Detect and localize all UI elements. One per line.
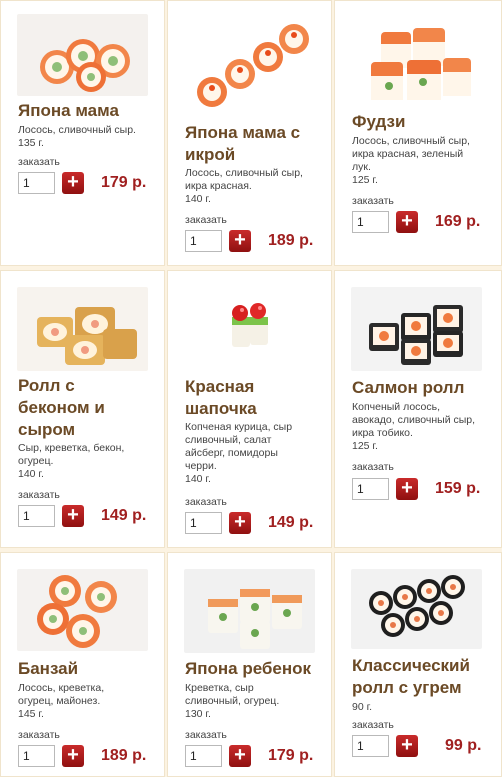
product-description: Лосось, креветка, огурец, майонез. 145 г…: [18, 682, 105, 720]
product-price: 189 р.: [101, 747, 147, 764]
product-card: Япона ребенок Креветка, сыр сливочный, о…: [167, 552, 332, 777]
product-card: Япона мама с икрой Лосось, сливочный сыр…: [167, 0, 332, 266]
quantity-input[interactable]: [352, 735, 389, 757]
order-label: заказать: [352, 195, 394, 207]
product-grid: Япона мама Лосось, сливочный сыр. 135 г.…: [0, 0, 502, 777]
product-name[interactable]: Ролл с беконом и сыром: [18, 375, 105, 441]
salmon-tobiko-roll-icon[interactable]: [351, 287, 482, 371]
order-label: заказать: [352, 719, 394, 731]
product-price: 149 р.: [268, 514, 314, 531]
order-label: заказать: [352, 461, 394, 473]
product-card: Салмон ролл Копченый лосось, авокадо, сл…: [334, 270, 502, 548]
shrimp-roll-icon[interactable]: [184, 569, 315, 653]
product-card: Банзай Лосось, креветка, огурец, майонез…: [0, 552, 165, 777]
order-label: заказать: [185, 496, 227, 508]
product-price: 179 р.: [101, 174, 147, 191]
product-description: 90 г.: [352, 701, 373, 713]
product-price: 189 р.: [268, 232, 314, 249]
tomato-roll-icon[interactable]: [184, 287, 315, 371]
product-card: Классический ролл с угрем 90 г. заказать…: [334, 552, 502, 777]
add-to-cart-button[interactable]: +: [229, 512, 251, 534]
product-price: 99 р.: [445, 737, 482, 754]
add-to-cart-button[interactable]: +: [229, 230, 251, 252]
bacon-roll-icon[interactable]: [17, 287, 148, 371]
salmon-roll-roe-icon[interactable]: [184, 14, 315, 114]
product-description: Лосось, сливочный сыр. 135 г.: [18, 124, 136, 149]
product-card: Ролл с беконом и сыром Сыр, креветка, бе…: [0, 270, 165, 548]
banzai-roll-icon[interactable]: [17, 569, 148, 651]
order-label: заказать: [185, 214, 227, 226]
product-description: Копченый лосось, авокадо, сливочный сыр,…: [352, 401, 476, 452]
order-label: заказать: [18, 729, 60, 741]
product-name[interactable]: Япона ребенок: [185, 658, 311, 680]
product-name[interactable]: Фудзи: [352, 111, 405, 133]
quantity-input[interactable]: [18, 172, 55, 194]
product-card: Красная шапочка Копченая курица, сыр сли…: [167, 270, 332, 548]
product-description: Креветка, сыр сливочный, огурец. 130 г.: [185, 682, 280, 720]
product-name[interactable]: Классический ролл с угрем: [352, 655, 470, 699]
product-description: Копченая курица, сыр сливочный, салат ай…: [185, 421, 293, 485]
eel-roll-icon[interactable]: [351, 569, 482, 649]
product-price: 179 р.: [268, 747, 314, 764]
add-to-cart-button[interactable]: +: [229, 745, 251, 767]
product-price: 149 р.: [101, 507, 147, 524]
product-description: Лосось, сливочный сыр, икра красная, зел…: [352, 135, 470, 186]
add-to-cart-button[interactable]: +: [396, 735, 418, 757]
quantity-input[interactable]: [185, 512, 222, 534]
product-name[interactable]: Красная шапочка: [185, 376, 257, 420]
add-to-cart-button[interactable]: +: [62, 505, 84, 527]
product-name[interactable]: Салмон ролл: [352, 377, 464, 399]
product-name[interactable]: Япона мама: [18, 100, 119, 122]
add-to-cart-button[interactable]: +: [396, 478, 418, 500]
quantity-input[interactable]: [185, 745, 222, 767]
quantity-input[interactable]: [352, 478, 389, 500]
product-description: Сыр, креветка, бекон, огурец. 140 г.: [18, 442, 125, 480]
order-label: заказать: [18, 489, 60, 501]
salmon-roll-icon[interactable]: [17, 14, 148, 96]
order-label: заказать: [18, 156, 60, 168]
product-name[interactable]: Банзай: [18, 658, 78, 680]
fuji-roll-icon[interactable]: [351, 14, 482, 109]
product-price: 169 р.: [435, 213, 481, 230]
product-card: Фудзи Лосось, сливочный сыр, икра красна…: [334, 0, 502, 266]
order-label: заказать: [185, 729, 227, 741]
add-to-cart-button[interactable]: +: [396, 211, 418, 233]
product-price: 159 р.: [435, 480, 481, 497]
quantity-input[interactable]: [185, 230, 222, 252]
product-name[interactable]: Япона мама с икрой: [185, 122, 300, 166]
product-description: Лосось, сливочный сыр, икра красная. 140…: [185, 167, 303, 205]
quantity-input[interactable]: [352, 211, 389, 233]
quantity-input[interactable]: [18, 745, 55, 767]
quantity-input[interactable]: [18, 505, 55, 527]
add-to-cart-button[interactable]: +: [62, 172, 84, 194]
add-to-cart-button[interactable]: +: [62, 745, 84, 767]
product-card: Япона мама Лосось, сливочный сыр. 135 г.…: [0, 0, 165, 266]
